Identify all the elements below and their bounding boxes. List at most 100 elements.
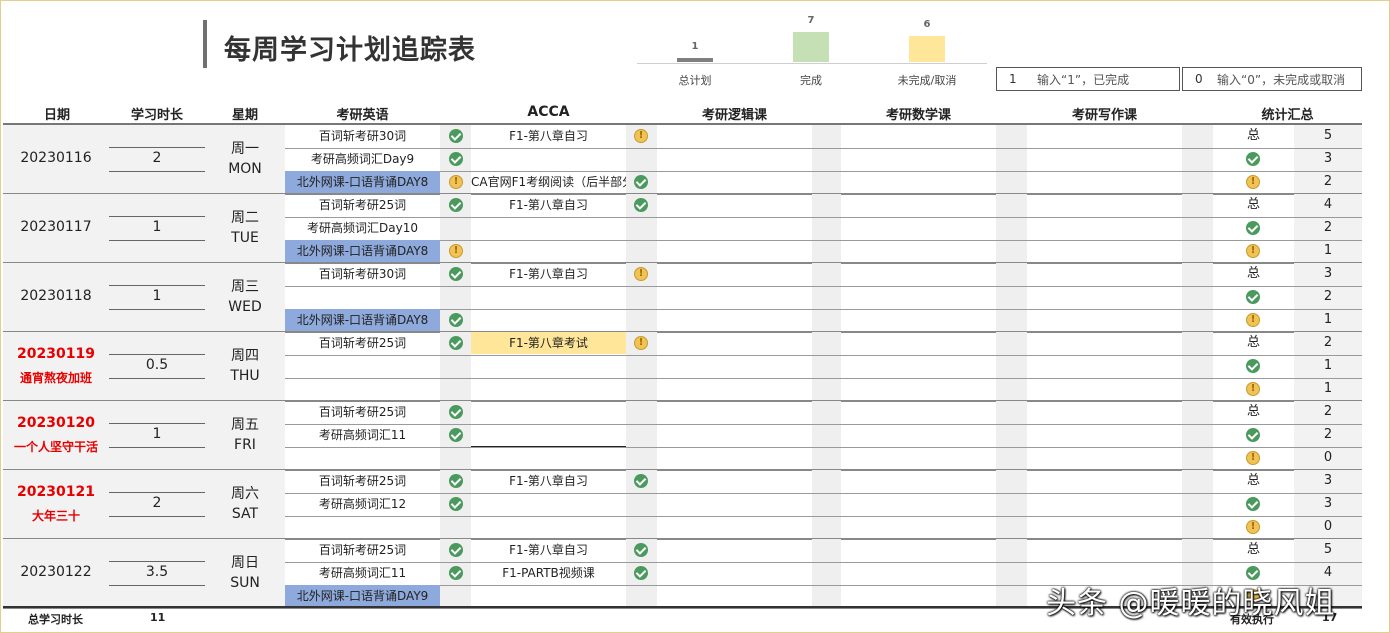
check-icon[interactable] (449, 336, 463, 350)
english-task[interactable]: 北外网课-口语背诵DAY8 (285, 171, 440, 193)
hours-line (109, 447, 205, 448)
col-logic: 考研逻辑课 (701, 108, 767, 123)
english-task[interactable]: 百词斩考研30词 (285, 263, 440, 285)
date-note: 大年三十 (31, 509, 80, 523)
english-task[interactable]: 考研高频词汇11 (285, 424, 440, 446)
hours-line (109, 309, 205, 310)
check-icon[interactable] (449, 313, 463, 327)
stats-total-label: 总 (1246, 473, 1260, 488)
check-icon[interactable] (449, 267, 463, 281)
stats-undone: 1 (1323, 312, 1333, 327)
english-task[interactable]: 百词斩考研30词 (285, 125, 440, 147)
check-icon[interactable] (449, 428, 463, 442)
date-note: 通宵熬夜加班 (19, 371, 92, 385)
english-task[interactable]: 百词斩考研25词 (285, 470, 440, 492)
acca-task[interactable]: F1-第八章自习 (471, 194, 626, 216)
hours-line (109, 561, 205, 562)
warning-icon (1246, 175, 1260, 189)
stats-total-label: 总 (1246, 335, 1260, 350)
warning-icon (1246, 313, 1260, 327)
legend-undone-text: 输入“0”，未完成或取消 (1217, 72, 1346, 87)
hours-line (109, 516, 205, 517)
col-stats: 统计汇总 (1261, 108, 1314, 123)
check-icon[interactable] (634, 566, 648, 580)
status-column-shade (812, 470, 841, 539)
date-value: 20230122 (20, 564, 92, 580)
english-task[interactable]: 北外网课-口语背诵DAY9 (285, 585, 440, 607)
check-icon[interactable] (449, 543, 463, 557)
english-task[interactable]: 北外网课-口语背诵DAY8 (285, 309, 440, 331)
stats-done: 2 (1323, 289, 1333, 304)
status-column-shade (812, 539, 841, 608)
english-task[interactable]: 北外网课-口语背诵DAY8 (285, 240, 440, 262)
warning-icon[interactable] (449, 175, 463, 189)
acca-task[interactable]: F1-PARTB视频课 (471, 562, 626, 584)
weekday-en: SAT (231, 506, 259, 522)
check-icon[interactable] (449, 198, 463, 212)
row-divider (285, 516, 1362, 517)
stats-total-label: 总 (1246, 404, 1260, 419)
summary-bar-value: 1 (691, 41, 699, 52)
check-icon[interactable] (449, 566, 463, 580)
check-icon[interactable] (449, 497, 463, 511)
check-icon[interactable] (634, 198, 648, 212)
hours-value: 3.5 (145, 564, 169, 580)
english-task[interactable]: 考研高频词汇Day9 (285, 148, 440, 170)
hours-line (109, 423, 205, 424)
check-icon[interactable] (634, 175, 648, 189)
acca-task[interactable]: CA官网F1考纲阅读（后半部分） (471, 171, 626, 193)
acca-task[interactable]: F1-第八章自习 (471, 263, 626, 285)
check-icon[interactable] (634, 474, 648, 488)
english-task[interactable]: 百词斩考研25词 (285, 194, 440, 216)
status-column-shade (996, 470, 1027, 539)
date-note: 一个人坚守干活 (13, 440, 98, 454)
warning-icon[interactable] (634, 336, 648, 350)
stats-total-label: 总 (1246, 266, 1260, 281)
row-divider (285, 240, 1362, 241)
col-acca: ACCA (527, 104, 570, 120)
weekday-cn: 周六 (231, 486, 259, 502)
warning-icon[interactable] (634, 267, 648, 281)
date-value: 20230118 (20, 288, 92, 304)
hours-line (109, 216, 205, 217)
english-task[interactable]: 百词斩考研25词 (285, 332, 440, 354)
check-icon[interactable] (634, 543, 648, 557)
weekday-cn: 周五 (231, 417, 259, 433)
col-math: 考研数学课 (885, 108, 951, 123)
total-hours-value: 11 (150, 611, 166, 624)
english-task[interactable]: 考研高频词汇12 (285, 493, 440, 515)
acca-task[interactable]: F1-第八章自习 (471, 125, 626, 147)
warning-icon[interactable] (634, 129, 648, 143)
acca-task[interactable]: F1-第八章考试 (471, 332, 626, 354)
stats-undone: 1 (1323, 381, 1333, 396)
english-task[interactable]: 百词斩考研25词 (285, 401, 440, 423)
legend-done-value: 1 (1009, 72, 1017, 86)
check-icon[interactable] (449, 152, 463, 166)
stats-done: 2 (1323, 220, 1333, 235)
hours-line (109, 147, 205, 148)
row-divider (285, 217, 1362, 218)
check-icon (1246, 152, 1260, 166)
warning-icon (1246, 382, 1260, 396)
check-icon[interactable] (449, 405, 463, 419)
summary-chart: 1 总计划 7 完成 6 未完成/取消 (637, 8, 987, 88)
status-column-shade (626, 401, 657, 470)
status-column-shade (812, 332, 841, 401)
date-value: 20230120 (17, 415, 95, 431)
stats-total-label: 总 (1246, 128, 1260, 143)
row-divider (285, 378, 1362, 379)
acca-task[interactable]: F1-第八章自习 (471, 470, 626, 492)
english-task[interactable]: 百词斩考研25词 (285, 539, 440, 561)
hours-value: 1 (152, 288, 162, 304)
stats-done: 2 (1323, 427, 1333, 442)
summary-bar-label: 完成 (800, 74, 822, 87)
check-icon[interactable] (449, 129, 463, 143)
english-task[interactable]: 考研高频词汇11 (285, 562, 440, 584)
check-icon[interactable] (449, 474, 463, 488)
warning-icon[interactable] (449, 244, 463, 258)
acca-task[interactable]: F1-第八章自习 (471, 539, 626, 561)
english-task[interactable]: 考研高频词汇Day10 (285, 217, 440, 239)
legend-undone-value: 0 (1195, 72, 1203, 86)
col-writing: 考研写作课 (1071, 108, 1137, 123)
weekday-en: MON (228, 161, 262, 177)
